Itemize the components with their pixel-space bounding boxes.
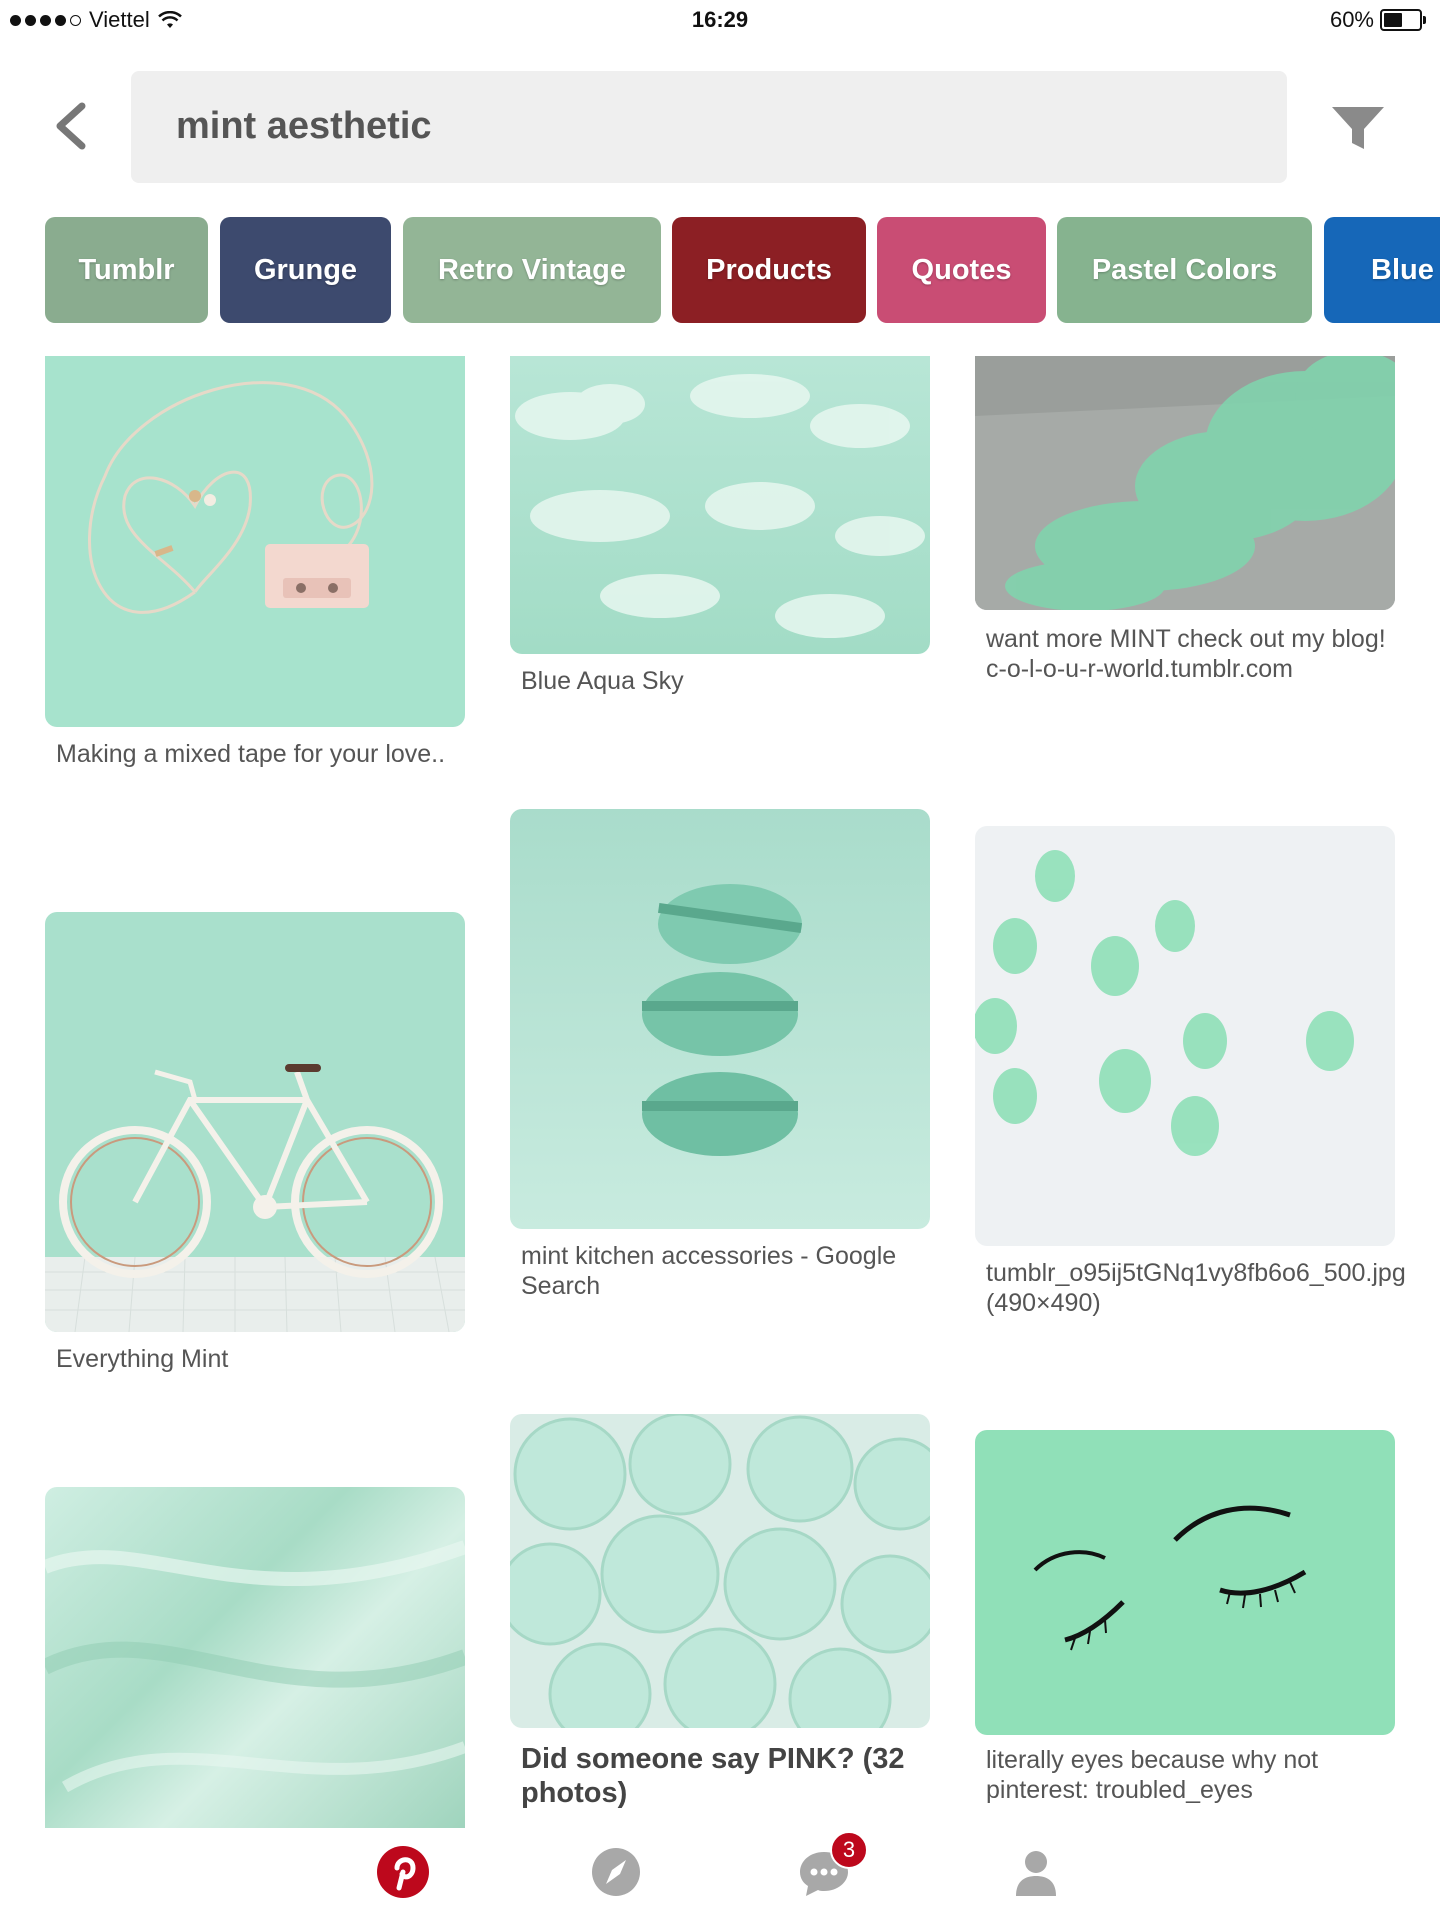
back-chevron-icon[interactable] xyxy=(48,100,96,152)
chip-blue[interactable]: Blue xyxy=(1324,217,1440,323)
chip-label: Pastel Colors xyxy=(1091,253,1278,286)
pin-description: Blue Aqua Sky xyxy=(521,667,684,695)
battery-percentage: 60% xyxy=(1329,7,1374,32)
pin-image-clouds[interactable] xyxy=(510,356,930,654)
bottom-tab-bar xyxy=(0,1828,1440,1920)
chip-label: Quotes xyxy=(911,253,1012,286)
pin-description: tumblr_o95ij5tGNq1vy8fb6o6_500.jpg (490×… xyxy=(986,1259,1406,1317)
clock: 16:29 xyxy=(691,7,749,32)
pin-description: Making a mixed tape for your love.. xyxy=(56,740,446,768)
search-bar[interactable]: mint aesthetic xyxy=(131,71,1287,183)
guided-search-chips: Tumblr Grunge Retro Vintage Products Quo… xyxy=(0,217,1440,323)
pinterest-logo-icon[interactable] xyxy=(375,1844,431,1900)
pin-description: literally eyes because why not pinterest… xyxy=(986,1746,1319,1804)
pin-image-ice-cream[interactable] xyxy=(510,1414,930,1728)
pin-image-bicycle[interactable] xyxy=(45,912,465,1332)
chip-tumblr[interactable]: Tumblr xyxy=(45,217,208,323)
chip-grunge[interactable]: Grunge xyxy=(220,217,391,323)
chip-retro-vintage[interactable]: Retro Vintage xyxy=(403,217,661,323)
chip-products[interactable]: Products xyxy=(672,217,866,323)
pin-description: mint kitchen accessories - Google Search xyxy=(521,1242,897,1300)
chip-label: Blue xyxy=(1371,253,1434,286)
chip-label: Tumblr xyxy=(78,253,175,286)
pin-image-headphones-cassette[interactable] xyxy=(45,356,465,727)
pin-image-macarons[interactable] xyxy=(510,809,930,1229)
person-icon[interactable] xyxy=(1008,1844,1064,1900)
status-bar: Viettel 16:29 60% xyxy=(0,0,1440,40)
chip-label: Retro Vintage xyxy=(437,253,626,286)
chip-quotes[interactable]: Quotes xyxy=(877,217,1046,323)
battery-group: 60% xyxy=(1329,7,1426,33)
search-query[interactable]: mint aesthetic xyxy=(176,105,432,148)
filter-icon[interactable] xyxy=(1330,103,1386,153)
pin-image-smoke[interactable] xyxy=(975,356,1395,610)
pin-image-eyes-drawing[interactable] xyxy=(975,1430,1395,1735)
chip-label: Products xyxy=(706,253,832,286)
pin-description: Everything Mint xyxy=(56,1345,229,1373)
pin-description: want more MINT check out my blog! c-o-l-… xyxy=(986,625,1386,683)
compass-icon[interactable] xyxy=(588,1844,644,1900)
pin-image-gummy-bears[interactable] xyxy=(975,826,1395,1246)
pin-image-fabric[interactable] xyxy=(45,1487,465,1828)
pin-description: Did someone say PINK? (32 photos) xyxy=(521,1743,905,1809)
chip-label: Grunge xyxy=(253,253,358,286)
notification-badge: 3 xyxy=(830,1831,868,1869)
chip-pastel-colors[interactable]: Pastel Colors xyxy=(1057,217,1312,323)
battery-icon xyxy=(1380,9,1426,31)
